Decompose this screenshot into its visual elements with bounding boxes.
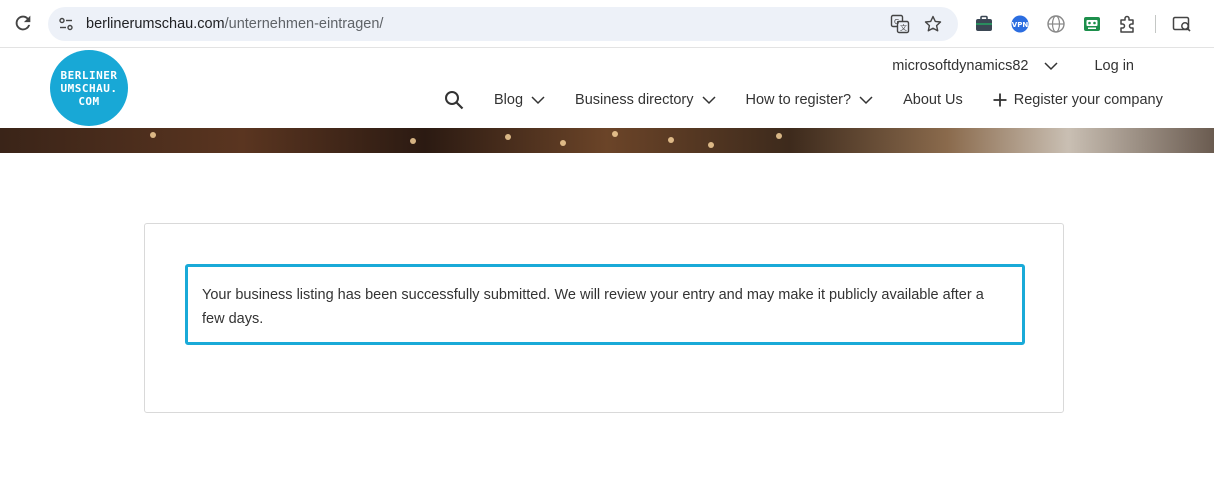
main-nav: Blog Business directory How to register?… bbox=[444, 90, 1163, 110]
url-path: /unternehmen-eintragen/ bbox=[224, 16, 384, 32]
bokeh-light bbox=[612, 131, 618, 137]
nav-directory-label: Business directory bbox=[575, 92, 694, 108]
briefcase-extension-icon[interactable] bbox=[973, 13, 995, 35]
reload-icon[interactable] bbox=[12, 12, 34, 34]
address-bar[interactable]: berlinerumschau.com/unternehmen-eintrage… bbox=[48, 7, 958, 41]
bokeh-light bbox=[410, 138, 416, 144]
bokeh-light bbox=[505, 134, 511, 140]
vpn-extension-icon[interactable]: VPN bbox=[1009, 13, 1031, 35]
login-label: Log in bbox=[1094, 58, 1134, 74]
submission-card: Your business listing has been successfu… bbox=[144, 223, 1064, 413]
hero-image bbox=[0, 128, 1214, 153]
logo-line-2: UMSCHAU. bbox=[60, 81, 118, 95]
globe-extension-icon[interactable] bbox=[1045, 13, 1067, 35]
toolbar-separator bbox=[1155, 15, 1156, 33]
chevron-down-icon bbox=[1044, 62, 1059, 71]
url-text: berlinerumschau.com/unternehmen-eintrage… bbox=[86, 16, 383, 32]
bokeh-light bbox=[560, 140, 566, 146]
logo-line-3: COM bbox=[78, 94, 100, 108]
chevron-down-icon bbox=[531, 96, 545, 105]
logo-text: BERLINER UMSCHAU. COM bbox=[50, 50, 128, 126]
nav-item-business-directory[interactable]: Business directory bbox=[575, 92, 716, 108]
browser-toolbar: berlinerumschau.com/unternehmen-eintrage… bbox=[0, 0, 1214, 48]
account-links: microsoftdynamics82 Log in bbox=[892, 58, 1134, 74]
extensions-puzzle-icon[interactable] bbox=[1117, 13, 1139, 35]
nav-howto-label: How to register? bbox=[745, 92, 852, 108]
bokeh-light bbox=[150, 132, 156, 138]
nav-blog-label: Blog bbox=[494, 92, 524, 108]
login-link[interactable]: Log in bbox=[1094, 58, 1134, 74]
bookmark-star-icon[interactable] bbox=[923, 14, 943, 34]
logo-line-1: BERLINER bbox=[60, 68, 118, 82]
nav-about-label: About Us bbox=[903, 92, 963, 108]
nav-item-blog[interactable]: Blog bbox=[494, 92, 545, 108]
url-host: berlinerumschau.com bbox=[86, 16, 225, 32]
nav-register-label: Register your company bbox=[1013, 92, 1163, 108]
tab-search-icon[interactable] bbox=[1171, 13, 1193, 35]
plus-icon bbox=[993, 93, 1007, 107]
translate-icon[interactable]: G 文 bbox=[890, 14, 910, 34]
user-menu[interactable]: microsoftdynamics82 bbox=[892, 58, 1059, 74]
search-icon bbox=[445, 91, 464, 110]
nav-item-register-company[interactable]: Register your company bbox=[993, 92, 1163, 108]
bokeh-light bbox=[708, 142, 714, 148]
site-header: BERLINER UMSCHAU. COM microsoftdynamics8… bbox=[0, 48, 1214, 128]
site-logo[interactable]: BERLINER UMSCHAU. COM bbox=[50, 50, 128, 126]
nav-search[interactable] bbox=[444, 90, 464, 110]
svg-text:G: G bbox=[894, 18, 899, 26]
username: microsoftdynamics82 bbox=[892, 58, 1029, 74]
svg-text:VPN: VPN bbox=[1012, 21, 1029, 29]
svg-text:文: 文 bbox=[900, 23, 907, 32]
site-info-icon[interactable] bbox=[58, 16, 74, 32]
nav-item-about-us[interactable]: About Us bbox=[903, 92, 963, 108]
nav-item-how-to-register[interactable]: How to register? bbox=[746, 92, 874, 108]
robot-extension-icon[interactable] bbox=[1081, 13, 1103, 35]
chevron-down-icon bbox=[859, 96, 873, 105]
chevron-down-icon bbox=[701, 96, 716, 105]
bokeh-light bbox=[668, 137, 674, 143]
success-message: Your business listing has been successfu… bbox=[185, 264, 1025, 345]
bokeh-light bbox=[776, 133, 782, 139]
